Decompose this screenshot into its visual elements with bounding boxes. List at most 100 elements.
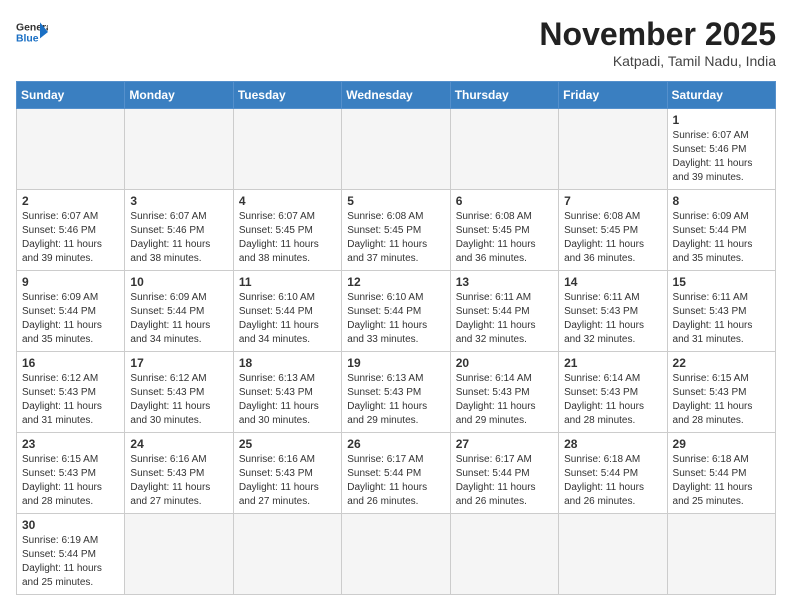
calendar-day-cell: 29 Sunrise: 6:18 AM Sunset: 5:44 PM Dayli…: [667, 433, 775, 514]
calendar-day-cell: 3 Sunrise: 6:07 AM Sunset: 5:46 PM Daylig…: [125, 190, 233, 271]
calendar-week-row: 9Sunrise: 6:09 AM Sunset: 5:44 PM Daylig…: [17, 271, 776, 352]
weekday-header-row: SundayMondayTuesdayWednesdayThursdayFrid…: [17, 82, 776, 109]
day-number: 14: [564, 275, 661, 289]
day-number: 29: [673, 437, 770, 451]
calendar-day-cell: 25 Sunrise: 6:16 AM Sunset: 5:43 PM Dayli…: [233, 433, 341, 514]
day-info: Sunrise: 6:07 AM Sunset: 5:46 PM Dayligh…: [22, 210, 119, 266]
calendar-day-cell: [233, 109, 341, 190]
calendar-day-cell: 5 Sunrise: 6:08 AM Sunset: 5:45 PM Daylig…: [342, 190, 450, 271]
weekday-header-saturday: Saturday: [667, 82, 775, 109]
day-number: 11: [239, 275, 336, 289]
calendar-day-cell: 17Sunrise: 6:12 AM Sunset: 5:43 PM Dayli…: [125, 352, 233, 433]
weekday-header-sunday: Sunday: [17, 82, 125, 109]
calendar-day-cell: 4 Sunrise: 6:07 AM Sunset: 5:45 PM Daylig…: [233, 190, 341, 271]
day-info: Sunrise: 6:14 AM Sunset: 5:43 PM Dayligh…: [564, 372, 661, 428]
calendar-day-cell: [667, 514, 775, 595]
calendar-week-row: 23Sunrise: 6:15 AM Sunset: 5:43 PM Dayli…: [17, 433, 776, 514]
day-info: Sunrise: 6:08 AM Sunset: 5:45 PM Dayligh…: [564, 210, 661, 266]
day-info: Sunrise: 6:07 AM Sunset: 5:46 PM Dayligh…: [673, 129, 770, 185]
day-number: 23: [22, 437, 119, 451]
calendar-day-cell: 12Sunrise: 6:10 AM Sunset: 5:44 PM Dayli…: [342, 271, 450, 352]
calendar-day-cell: 2 Sunrise: 6:07 AM Sunset: 5:46 PM Daylig…: [17, 190, 125, 271]
calendar-day-cell: 9Sunrise: 6:09 AM Sunset: 5:44 PM Daylig…: [17, 271, 125, 352]
day-number: 2: [22, 194, 119, 208]
day-number: 12: [347, 275, 444, 289]
day-info: Sunrise: 6:07 AM Sunset: 5:45 PM Dayligh…: [239, 210, 336, 266]
day-number: 5: [347, 194, 444, 208]
day-number: 15: [673, 275, 770, 289]
day-info: Sunrise: 6:09 AM Sunset: 5:44 PM Dayligh…: [673, 210, 770, 266]
calendar-day-cell: 28 Sunrise: 6:18 AM Sunset: 5:44 PM Dayli…: [559, 433, 667, 514]
day-number: 4: [239, 194, 336, 208]
day-info: Sunrise: 6:17 AM Sunset: 5:44 PM Dayligh…: [456, 453, 553, 509]
month-title: November 2025: [539, 16, 776, 53]
day-number: 27: [456, 437, 553, 451]
day-info: Sunrise: 6:12 AM Sunset: 5:43 PM Dayligh…: [130, 372, 227, 428]
location: Katpadi, Tamil Nadu, India: [539, 53, 776, 69]
calendar-week-row: 1 Sunrise: 6:07 AM Sunset: 5:46 PM Daylig…: [17, 109, 776, 190]
calendar-day-cell: 22 Sunrise: 6:15 AM Sunset: 5:43 PM Dayli…: [667, 352, 775, 433]
day-info: Sunrise: 6:08 AM Sunset: 5:45 PM Dayligh…: [347, 210, 444, 266]
day-info: Sunrise: 6:12 AM Sunset: 5:43 PM Dayligh…: [22, 372, 119, 428]
day-info: Sunrise: 6:11 AM Sunset: 5:43 PM Dayligh…: [673, 291, 770, 347]
day-number: 18: [239, 356, 336, 370]
day-number: 6: [456, 194, 553, 208]
calendar-day-cell: [17, 109, 125, 190]
day-info: Sunrise: 6:08 AM Sunset: 5:45 PM Dayligh…: [456, 210, 553, 266]
day-info: Sunrise: 6:13 AM Sunset: 5:43 PM Dayligh…: [347, 372, 444, 428]
weekday-header-thursday: Thursday: [450, 82, 558, 109]
day-number: 26: [347, 437, 444, 451]
calendar-day-cell: 26 Sunrise: 6:17 AM Sunset: 5:44 PM Dayli…: [342, 433, 450, 514]
day-number: 7: [564, 194, 661, 208]
calendar-day-cell: 13 Sunrise: 6:11 AM Sunset: 5:44 PM Dayli…: [450, 271, 558, 352]
day-info: Sunrise: 6:07 AM Sunset: 5:46 PM Dayligh…: [130, 210, 227, 266]
calendar-day-cell: [450, 514, 558, 595]
calendar-day-cell: 1 Sunrise: 6:07 AM Sunset: 5:46 PM Daylig…: [667, 109, 775, 190]
calendar-week-row: 30Sunrise: 6:19 AM Sunset: 5:44 PM Dayli…: [17, 514, 776, 595]
day-info: Sunrise: 6:09 AM Sunset: 5:44 PM Dayligh…: [22, 291, 119, 347]
day-number: 28: [564, 437, 661, 451]
day-number: 10: [130, 275, 227, 289]
calendar-day-cell: 30Sunrise: 6:19 AM Sunset: 5:44 PM Dayli…: [17, 514, 125, 595]
calendar-day-cell: [125, 109, 233, 190]
day-number: 20: [456, 356, 553, 370]
calendar-day-cell: 10Sunrise: 6:09 AM Sunset: 5:44 PM Dayli…: [125, 271, 233, 352]
calendar-day-cell: [559, 109, 667, 190]
day-number: 13: [456, 275, 553, 289]
day-number: 3: [130, 194, 227, 208]
day-info: Sunrise: 6:18 AM Sunset: 5:44 PM Dayligh…: [673, 453, 770, 509]
calendar-day-cell: 6 Sunrise: 6:08 AM Sunset: 5:45 PM Daylig…: [450, 190, 558, 271]
weekday-header-friday: Friday: [559, 82, 667, 109]
title-block: November 2025 Katpadi, Tamil Nadu, India: [539, 16, 776, 69]
calendar-day-cell: 15 Sunrise: 6:11 AM Sunset: 5:43 PM Dayli…: [667, 271, 775, 352]
weekday-header-wednesday: Wednesday: [342, 82, 450, 109]
day-number: 22: [673, 356, 770, 370]
day-number: 8: [673, 194, 770, 208]
day-number: 25: [239, 437, 336, 451]
day-info: Sunrise: 6:15 AM Sunset: 5:43 PM Dayligh…: [673, 372, 770, 428]
calendar-day-cell: [450, 109, 558, 190]
day-info: Sunrise: 6:16 AM Sunset: 5:43 PM Dayligh…: [239, 453, 336, 509]
calendar-day-cell: 11Sunrise: 6:10 AM Sunset: 5:44 PM Dayli…: [233, 271, 341, 352]
page-header: General Blue November 2025 Katpadi, Tami…: [16, 16, 776, 69]
day-info: Sunrise: 6:17 AM Sunset: 5:44 PM Dayligh…: [347, 453, 444, 509]
day-number: 1: [673, 113, 770, 127]
calendar-day-cell: 21 Sunrise: 6:14 AM Sunset: 5:43 PM Dayli…: [559, 352, 667, 433]
svg-text:Blue: Blue: [16, 34, 39, 45]
day-info: Sunrise: 6:18 AM Sunset: 5:44 PM Dayligh…: [564, 453, 661, 509]
calendar-day-cell: [559, 514, 667, 595]
calendar-day-cell: 7 Sunrise: 6:08 AM Sunset: 5:45 PM Daylig…: [559, 190, 667, 271]
calendar-table: SundayMondayTuesdayWednesdayThursdayFrid…: [16, 81, 776, 595]
day-number: 21: [564, 356, 661, 370]
calendar-day-cell: 19 Sunrise: 6:13 AM Sunset: 5:43 PM Dayli…: [342, 352, 450, 433]
calendar-week-row: 2 Sunrise: 6:07 AM Sunset: 5:46 PM Daylig…: [17, 190, 776, 271]
calendar-day-cell: [342, 514, 450, 595]
calendar-day-cell: 27 Sunrise: 6:17 AM Sunset: 5:44 PM Dayli…: [450, 433, 558, 514]
calendar-day-cell: 18Sunrise: 6:13 AM Sunset: 5:43 PM Dayli…: [233, 352, 341, 433]
calendar-day-cell: 23Sunrise: 6:15 AM Sunset: 5:43 PM Dayli…: [17, 433, 125, 514]
day-info: Sunrise: 6:11 AM Sunset: 5:43 PM Dayligh…: [564, 291, 661, 347]
day-number: 19: [347, 356, 444, 370]
day-info: Sunrise: 6:14 AM Sunset: 5:43 PM Dayligh…: [456, 372, 553, 428]
calendar-day-cell: 8 Sunrise: 6:09 AM Sunset: 5:44 PM Daylig…: [667, 190, 775, 271]
day-info: Sunrise: 6:11 AM Sunset: 5:44 PM Dayligh…: [456, 291, 553, 347]
